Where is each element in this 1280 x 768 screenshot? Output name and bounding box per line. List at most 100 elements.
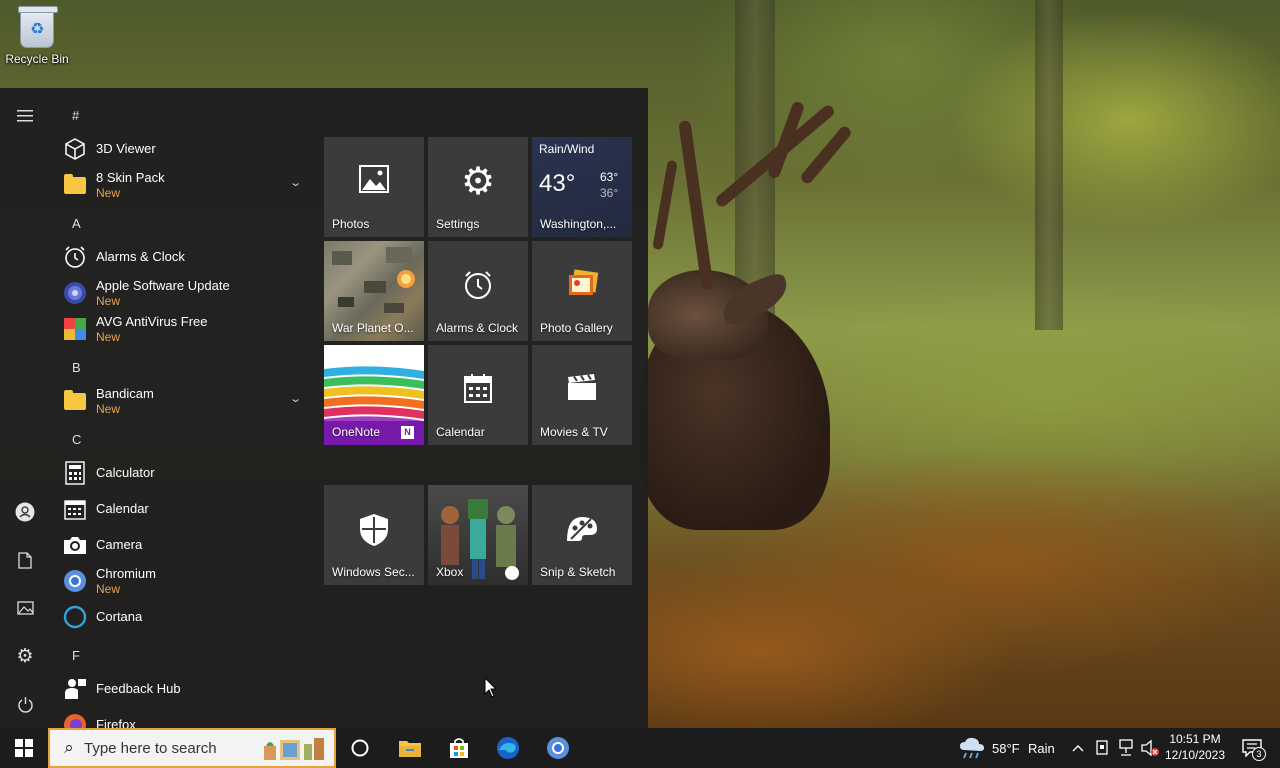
weather-condition: Rain/Wind	[539, 142, 595, 156]
app-name: 3D Viewer	[96, 141, 156, 156]
document-icon	[18, 551, 32, 569]
gear-icon: ⚙	[460, 161, 496, 203]
recycle-bin-label: Recycle Bin	[5, 52, 69, 66]
group-header-a[interactable]: A	[72, 216, 81, 231]
antler	[678, 119, 714, 291]
start-button[interactable]	[0, 728, 48, 768]
power-button[interactable]	[5, 684, 45, 724]
weather-temp: 43°	[539, 170, 576, 197]
chevron-up-icon	[1072, 745, 1084, 752]
tile-war-planet[interactable]: War Planet O...	[324, 241, 424, 341]
clapperboard-icon	[532, 373, 632, 409]
start-menu-rail: ⚙	[0, 88, 50, 728]
tile-xbox[interactable]: Xbox	[428, 485, 528, 585]
app-name: AVG AntiVirus Free	[96, 313, 208, 329]
app-chromium[interactable]: Chromium New	[62, 564, 310, 598]
app-camera[interactable]: Camera	[62, 528, 310, 562]
tile-label: Calendar	[436, 425, 485, 439]
app-bandicam[interactable]: Bandicam New ⌄	[62, 384, 310, 418]
gear-icon: ⚙	[16, 645, 34, 667]
hamburger-menu-button[interactable]	[5, 96, 45, 136]
firefox-icon	[62, 712, 88, 728]
recycle-bin-desktop-icon[interactable]: ♻ Recycle Bin	[4, 6, 70, 66]
pictures-button[interactable]	[5, 588, 45, 628]
alarm-clock-icon	[62, 244, 88, 270]
app-firefox[interactable]: Firefox	[62, 708, 310, 728]
tile-settings[interactable]: ⚙ Settings	[428, 137, 528, 237]
meet-now-icon[interactable]	[1094, 738, 1110, 763]
taskbar-weather-condition[interactable]: Rain	[1028, 741, 1055, 756]
edge-button[interactable]	[484, 728, 532, 768]
documents-button[interactable]	[5, 540, 45, 580]
network-icon[interactable]	[1117, 738, 1135, 763]
tile-movies-tv[interactable]: Movies & TV	[532, 345, 632, 445]
tile-photo-gallery[interactable]: Photo Gallery	[532, 241, 632, 341]
file-explorer-button[interactable]	[386, 728, 434, 768]
app-calculator[interactable]: Calculator	[62, 456, 310, 490]
mouse-cursor-icon	[484, 677, 498, 698]
app-name: Cortana	[96, 609, 143, 624]
app-apple-software-update[interactable]: Apple Software Update New	[62, 276, 310, 310]
app-name: Firefox	[96, 717, 136, 728]
app-calendar[interactable]: Calendar	[62, 492, 310, 526]
windows-logo-icon	[15, 739, 33, 757]
taskbar-search-box[interactable]: ⌕	[48, 728, 336, 768]
app-cortana[interactable]: Cortana	[62, 600, 310, 634]
tile-alarms-clock[interactable]: Alarms & Clock	[428, 241, 528, 341]
tile-onenote[interactable]: OneNote N	[324, 345, 424, 445]
action-center-button[interactable]: 3	[1232, 728, 1272, 768]
all-apps-list: # 3D Viewer 8 Skin Pack New ⌄ A Alarms &…	[50, 88, 312, 728]
microsoft-store-button[interactable]	[435, 728, 483, 768]
group-header-c[interactable]: C	[72, 432, 81, 447]
weather-location: Washington,...	[540, 217, 617, 231]
notification-count-badge: 3	[1252, 747, 1266, 761]
app-name: Camera	[96, 537, 143, 552]
new-badge: New	[96, 401, 121, 416]
app-alarms-clock[interactable]: Alarms & Clock	[62, 240, 310, 274]
app-3d-viewer[interactable]: 3D Viewer	[62, 132, 310, 166]
chromium-taskbar-button[interactable]	[534, 728, 582, 768]
tile-snip-sketch[interactable]: Snip & Sketch	[532, 485, 632, 585]
camera-icon	[62, 532, 88, 558]
tile-label: Windows Sec...	[332, 565, 415, 579]
group-header-hash[interactable]: #	[72, 108, 79, 123]
tile-weather[interactable]: Rain/Wind 43° 63° 36° Washington,...	[532, 137, 632, 237]
show-hidden-icons-button[interactable]	[1070, 738, 1086, 758]
app-name: Alarms & Clock	[96, 249, 185, 264]
clock-time: 10:51 PM	[1169, 732, 1221, 746]
account-button[interactable]	[5, 492, 45, 532]
cortana-circle-icon	[351, 739, 369, 757]
clock-date: 12/10/2023	[1164, 748, 1226, 762]
new-badge: New	[96, 329, 121, 344]
tile-photos[interactable]: Photos	[324, 137, 424, 237]
chevron-down-icon[interactable]: ⌄	[289, 176, 302, 189]
chevron-down-icon[interactable]: ⌄	[289, 392, 302, 405]
tile-label: Photo Gallery	[540, 321, 613, 335]
settings-rail-button[interactable]: ⚙	[5, 636, 45, 676]
tile-label: War Planet O...	[332, 321, 414, 335]
start-menu: ⚙ # 3D Viewer 8 Skin Pack New ⌄ A Alarms…	[0, 88, 648, 728]
recycle-bin-icon: ♻	[18, 6, 58, 48]
new-badge: New	[96, 185, 121, 200]
app-feedback-hub[interactable]: Feedback Hub	[62, 672, 310, 706]
search-input[interactable]	[84, 733, 254, 763]
tile-calendar[interactable]: Calendar	[428, 345, 528, 445]
new-badge: New	[96, 581, 121, 596]
folder-icon	[62, 172, 88, 198]
tile-label: Movies & TV	[540, 425, 608, 439]
cortana-button[interactable]	[336, 728, 384, 768]
volume-muted-icon[interactable]	[1140, 738, 1160, 763]
file-explorer-icon	[399, 741, 421, 757]
group-header-b[interactable]: B	[72, 360, 81, 375]
app-8-skin-pack[interactable]: 8 Skin Pack New ⌄	[62, 168, 310, 202]
taskbar-clock[interactable]: 10:51 PM 12/10/2023	[1163, 731, 1227, 763]
weather-rain-icon[interactable]	[958, 736, 986, 765]
snip-sketch-icon	[532, 513, 632, 551]
onenote-artwork	[324, 366, 424, 425]
tile-windows-security[interactable]: Windows Sec...	[324, 485, 424, 585]
cortana-icon	[62, 604, 88, 630]
app-avg-antivirus[interactable]: AVG AntiVirus Free New	[62, 312, 310, 346]
taskbar-weather-temp[interactable]: 58°F	[992, 741, 1020, 756]
shield-icon	[324, 513, 424, 555]
group-header-f[interactable]: F	[72, 648, 80, 663]
